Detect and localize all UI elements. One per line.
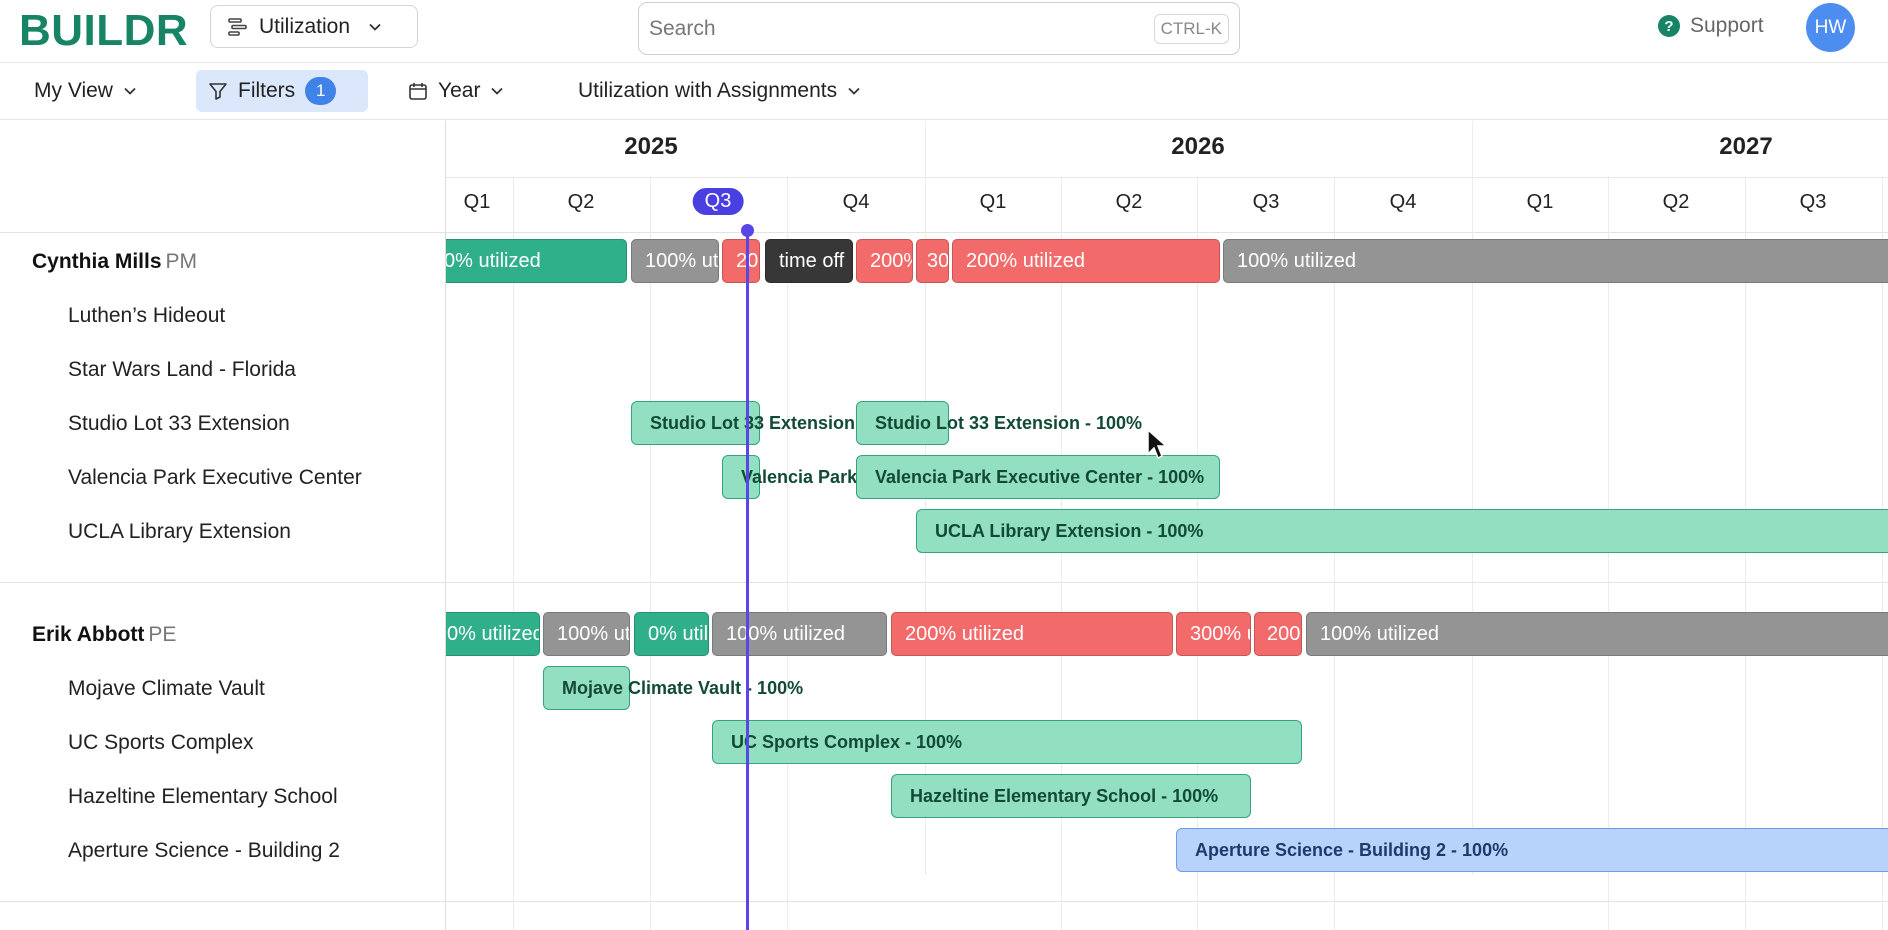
person-row-erik-abbott[interactable]: Erik Abbott PE bbox=[32, 623, 176, 647]
app-logo[interactable]: BUILDR bbox=[19, 6, 188, 56]
assignment-label: UC Sports Complex - 100% bbox=[731, 731, 963, 752]
list-icon bbox=[228, 17, 247, 36]
utilization-bar[interactable]: 0% utilized bbox=[446, 612, 540, 656]
project-row-label[interactable]: UCLA Library Extension bbox=[68, 520, 291, 544]
today-marker bbox=[741, 224, 754, 237]
view-select-label: My View bbox=[34, 79, 113, 102]
assignment-bar[interactable]: Valencia Park Executive Center - 100% bbox=[722, 455, 1070, 499]
utilization-bar[interactable]: 100% utilized bbox=[1306, 612, 1888, 656]
utilization-bar[interactable]: 200% utilized bbox=[722, 239, 760, 283]
utilization-bar[interactable]: 300% utilized bbox=[916, 239, 949, 283]
timeline-body: 0% utilized 100% utilized 200% utilized … bbox=[446, 0, 1888, 930]
utilization-bar[interactable]: 0% utilized bbox=[446, 239, 627, 283]
mouse-cursor-icon bbox=[1147, 428, 1168, 460]
assignment-bar[interactable]: UCLA Library Extension - 100% bbox=[916, 509, 1888, 553]
assignment-label: Hazeltine Elementary School - 100% bbox=[910, 785, 1219, 806]
assignment-bar[interactable]: UC Sports Complex - 100% bbox=[712, 720, 1302, 764]
chevron-down-icon bbox=[124, 87, 136, 95]
filters-count-badge: 1 bbox=[305, 77, 337, 105]
utilization-label: 300% utilized bbox=[927, 249, 949, 272]
utilization-bar[interactable]: 200% utilized bbox=[891, 612, 1173, 656]
utilization-label: 200% utilized bbox=[966, 249, 1085, 272]
assignment-bar[interactable]: Studio Lot 33 Extension - 100% bbox=[856, 401, 1142, 445]
view-select[interactable]: My View bbox=[22, 70, 149, 112]
project-row-label[interactable]: Studio Lot 33 Extension bbox=[68, 412, 290, 436]
utilization-bar[interactable]: 200% utilized bbox=[952, 239, 1220, 283]
assignment-label: Mojave Climate Vault - 100% bbox=[562, 677, 804, 698]
utilization-bar[interactable]: 100% utilized bbox=[543, 612, 630, 656]
filter-icon bbox=[209, 83, 227, 100]
assignment-bar[interactable]: Hazeltine Elementary School - 100% bbox=[891, 774, 1251, 818]
utilization-label: 100% utilized bbox=[645, 249, 719, 272]
project-row-label[interactable]: Luthen’s Hideout bbox=[68, 304, 225, 328]
utilization-label: 0% utilized bbox=[447, 622, 540, 645]
person-role: PM bbox=[165, 250, 198, 273]
assignment-label: Aperture Science - Building 2 - 100% bbox=[1195, 839, 1509, 860]
utilization-bar[interactable]: 100% utilized bbox=[712, 612, 887, 656]
time-off-bar[interactable]: time off bbox=[765, 239, 853, 283]
row-header-column bbox=[0, 121, 446, 233]
person-name: Cynthia Mills bbox=[32, 250, 162, 273]
assignment-label: UCLA Library Extension - 100% bbox=[935, 520, 1204, 541]
module-select-label: Utilization bbox=[259, 14, 351, 38]
filters-button[interactable]: Filters 1 bbox=[196, 70, 368, 112]
utilization-label: 200% utilized bbox=[1267, 622, 1301, 645]
assignment-bar-tentative[interactable]: Aperture Science - Building 2 - 100% bbox=[1176, 828, 1888, 872]
project-row-label[interactable]: UC Sports Complex bbox=[68, 731, 254, 755]
assignment-label: Studio Lot 33 Extension - 100% bbox=[875, 412, 1143, 433]
utilization-bar[interactable]: 0% utilized bbox=[634, 612, 709, 656]
utilization-label: 100% utilized bbox=[1320, 622, 1439, 645]
assignment-bar[interactable]: Mojave Climate Vault - 100% bbox=[543, 666, 803, 710]
utilization-label: 0% utilized bbox=[446, 249, 541, 272]
utilization-label: 100% utilized bbox=[1237, 249, 1356, 272]
utilization-label: 200% utilized bbox=[870, 249, 912, 272]
assignment-bar[interactable]: Studio Lot 33 Extension - 100% bbox=[631, 401, 917, 445]
module-select[interactable]: Utilization bbox=[210, 5, 418, 48]
utilization-label: 300% utilized bbox=[1190, 622, 1250, 645]
project-row-label[interactable]: Aperture Science - Building 2 bbox=[68, 839, 340, 863]
today-line bbox=[746, 230, 749, 930]
assignment-label: Valencia Park Executive Center - 100% bbox=[875, 466, 1205, 487]
utilization-label: 100% utilized bbox=[557, 622, 630, 645]
project-row-label[interactable]: Star Wars Land - Florida bbox=[68, 358, 296, 382]
calendar-icon bbox=[409, 83, 427, 100]
utilization-label: 200% utilized bbox=[905, 622, 1024, 645]
project-row-label[interactable]: Valencia Park Executive Center bbox=[68, 466, 362, 490]
person-role: PE bbox=[148, 623, 177, 646]
project-row-label[interactable]: Hazeltine Elementary School bbox=[68, 785, 338, 809]
utilization-bar[interactable]: 200% utilized bbox=[856, 239, 913, 283]
person-row-cynthia-mills[interactable]: Cynthia Mills PM bbox=[32, 250, 197, 274]
utilization-label: 100% utilized bbox=[726, 622, 845, 645]
project-row-label[interactable]: Mojave Climate Vault bbox=[68, 677, 265, 701]
utilization-label: 0% utilized bbox=[648, 622, 709, 645]
utilization-bar[interactable]: 100% utilized bbox=[631, 239, 719, 283]
utilization-bar[interactable]: 100% utilized bbox=[1223, 239, 1888, 283]
utilization-bar[interactable]: 300% utilized bbox=[1176, 612, 1251, 656]
utilization-bar[interactable]: 200% utilized bbox=[1254, 612, 1302, 656]
chevron-down-icon bbox=[369, 23, 381, 31]
utilization-label: time off bbox=[779, 249, 845, 272]
filters-label: Filters bbox=[238, 79, 296, 102]
person-name: Erik Abbott bbox=[32, 623, 145, 646]
